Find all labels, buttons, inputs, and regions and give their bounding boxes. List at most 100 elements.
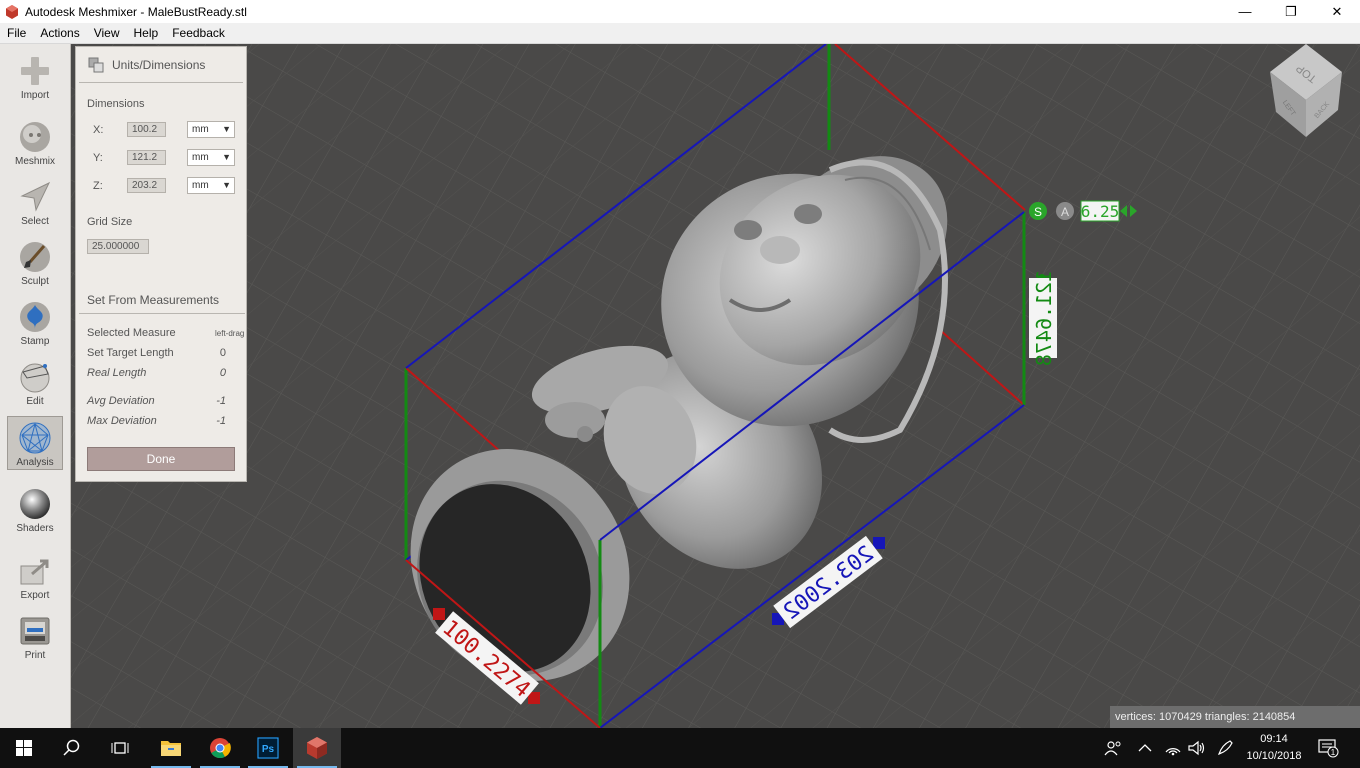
menu-actions[interactable]: Actions <box>33 26 86 40</box>
title-bar: Autodesk Meshmixer - MaleBustReady.stl —… <box>0 0 1360 23</box>
print-button[interactable]: Print <box>7 610 63 664</box>
x-unit-select[interactable]: mm ▼ <box>187 121 235 138</box>
max-deviation-label: Max Deviation <box>87 415 157 427</box>
sculpt-button[interactable]: Sculpt <box>7 236 63 290</box>
units-dimensions-panel: Units/Dimensions Dimensions X: 100.2 mm ▼… <box>75 46 247 482</box>
left-toolbar: Import Meshmix Select Sculpt Stamp Edit <box>0 44 71 728</box>
pen-workspace-icon[interactable] <box>1216 739 1234 757</box>
import-label: Import <box>20 90 50 101</box>
printer-icon <box>20 617 50 645</box>
windows-logo-icon <box>16 740 32 756</box>
system-tray <box>1104 728 1234 768</box>
taskbar-meshmixer[interactable] <box>293 728 341 768</box>
search-button[interactable] <box>48 728 96 768</box>
meshmixer-icon <box>307 737 327 759</box>
task-view-icon <box>111 742 129 754</box>
z-dimension-label: 121.6478 <box>1029 270 1057 366</box>
done-button[interactable]: Done <box>87 447 235 471</box>
x-label: X: <box>93 124 104 136</box>
start-button[interactable] <box>0 728 48 768</box>
clock-time: 09:14 <box>1260 733 1288 745</box>
action-center-button[interactable]: 1 <box>1318 728 1340 768</box>
3d-viewport[interactable]: 100.2274 203.2002 121.6478 S A 6.25 TOP … <box>71 44 1360 728</box>
meshmix-label: Meshmix <box>14 156 55 167</box>
mesh-stats-status: vertices: 1070429 triangles: 2140854 <box>1110 706 1360 728</box>
notification-icon: 1 <box>1318 739 1339 758</box>
analysis-button[interactable]: Analysis <box>7 416 63 470</box>
real-length-label: Real Length <box>87 367 147 379</box>
scale-value[interactable]: 6.25 <box>1081 202 1120 221</box>
search-icon <box>63 739 80 756</box>
shaders-button[interactable]: Shaders <box>7 483 63 537</box>
select-button[interactable]: Select <box>7 176 63 230</box>
edit-sphere-icon <box>20 363 50 393</box>
edit-button[interactable]: Edit <box>7 356 63 410</box>
stamp-icon <box>20 302 50 332</box>
avg-deviation-value: -1 <box>216 395 226 407</box>
stamp-label: Stamp <box>20 336 50 347</box>
z-label: Z: <box>93 180 103 192</box>
z-dimension-field[interactable]: 203.2 <box>127 178 166 193</box>
print-label: Print <box>24 650 46 661</box>
taskbar-clock[interactable]: 09:14 10/10/2018 <box>1240 731 1308 765</box>
windows-taskbar: Ps 09:14 10/10/2018 1 <box>0 728 1360 768</box>
chevron-up-icon[interactable] <box>1138 743 1152 753</box>
close-button[interactable]: ✕ <box>1314 0 1360 23</box>
abs-toggle[interactable]: A <box>1061 205 1069 219</box>
max-deviation-value: -1 <box>216 415 226 427</box>
x-dimension-field[interactable]: 100.2 <box>127 122 166 137</box>
taskbar-file-explorer[interactable] <box>147 728 195 768</box>
menu-bar: File Actions View Help Feedback <box>0 23 1360 44</box>
select-arrow-icon <box>20 181 51 212</box>
dimensions-heading: Dimensions <box>87 98 145 110</box>
task-view-button[interactable] <box>96 728 144 768</box>
stamp-button[interactable]: Stamp <box>7 296 63 350</box>
people-icon[interactable] <box>1104 739 1124 757</box>
set-target-length-value[interactable]: 0 <box>196 347 226 359</box>
export-label: Export <box>20 590 50 601</box>
menu-file[interactable]: File <box>0 26 33 40</box>
dim-z-text: 121.6478 <box>1032 270 1056 366</box>
edit-label: Edit <box>26 396 44 407</box>
y-dimension-field[interactable]: 121.2 <box>127 150 166 165</box>
export-button[interactable]: Export <box>7 550 63 604</box>
selected-measure-hint: left-drag <box>215 329 245 338</box>
photoshop-icon: Ps <box>257 737 279 759</box>
y-unit-select[interactable]: mm ▼ <box>187 149 235 166</box>
snap-toggle[interactable]: S <box>1034 205 1042 219</box>
analysis-sphere-icon <box>19 422 51 454</box>
meshmixer-app-icon <box>6 4 18 19</box>
minimize-button[interactable]: — <box>1222 0 1268 23</box>
taskbar-photoshop[interactable]: Ps <box>244 728 292 768</box>
grid-size-field[interactable]: 25.000000 <box>87 239 149 254</box>
wifi-icon[interactable] <box>1164 740 1182 756</box>
dropdown-arrow-icon: ▼ <box>222 124 231 134</box>
taskbar-chrome[interactable] <box>196 728 244 768</box>
y-label: Y: <box>93 152 103 164</box>
scene-svg: 100.2274 203.2002 121.6478 S A 6.25 TOP … <box>71 44 1360 728</box>
maximize-button[interactable]: ❐ <box>1268 0 1314 23</box>
set-target-length-label: Set Target Length <box>87 347 174 359</box>
export-icon <box>20 559 49 585</box>
select-label: Select <box>21 216 49 227</box>
x-unit-value: mm <box>192 124 209 135</box>
panel-title: Units/Dimensions <box>112 57 206 72</box>
selected-measure-label: Selected Measure <box>87 327 176 339</box>
dropdown-arrow-icon: ▼ <box>222 152 231 162</box>
volume-icon[interactable] <box>1188 740 1206 756</box>
shaders-sphere-icon <box>20 489 50 519</box>
z-unit-select[interactable]: mm ▼ <box>187 177 235 194</box>
shaders-label: Shaders <box>16 523 54 534</box>
menu-help[interactable]: Help <box>127 26 166 40</box>
svg-text:Ps: Ps <box>262 744 275 755</box>
plus-icon <box>21 57 49 85</box>
set-from-measurements-heading: Set From Measurements <box>87 293 220 307</box>
brush-icon <box>20 242 50 272</box>
import-button[interactable]: Import <box>7 50 63 104</box>
panel-tool-icon <box>88 57 104 72</box>
meshmix-button[interactable]: Meshmix <box>7 116 63 170</box>
z-unit-value: mm <box>192 180 209 191</box>
menu-feedback[interactable]: Feedback <box>165 26 232 40</box>
menu-view[interactable]: View <box>87 26 127 40</box>
folder-icon <box>161 741 181 756</box>
